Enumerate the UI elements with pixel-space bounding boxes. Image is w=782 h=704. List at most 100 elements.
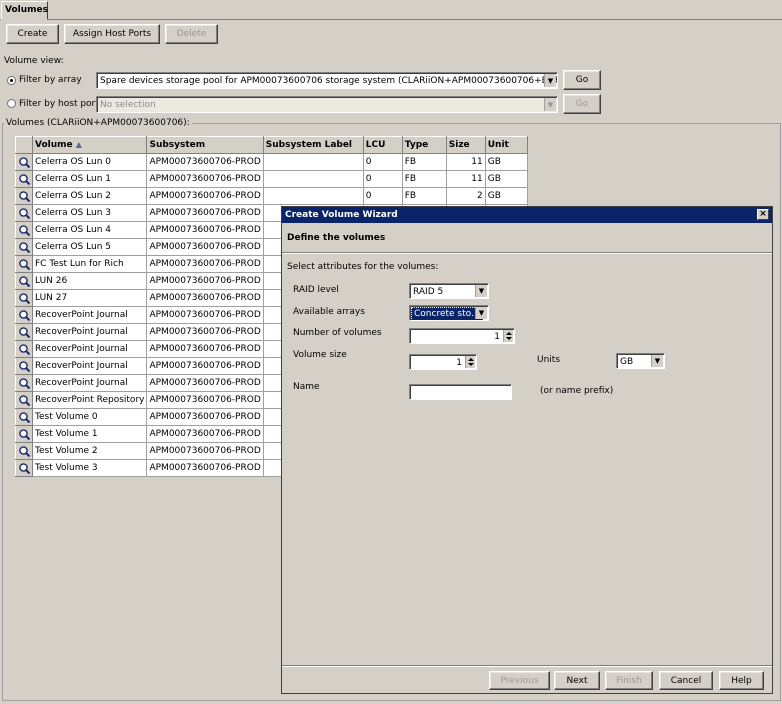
row-action-cell[interactable] xyxy=(15,153,33,171)
row-action-cell[interactable] xyxy=(15,357,33,375)
row-action-cell[interactable] xyxy=(15,238,33,256)
number-of-volumes-value: 1 xyxy=(494,332,500,342)
spinner-arrows-icon[interactable] xyxy=(465,356,475,368)
row-action-cell[interactable] xyxy=(15,306,33,324)
volume-size-label: Volume size xyxy=(293,350,347,360)
host-port-select[interactable]: No selection ▼ xyxy=(96,96,558,113)
help-button[interactable]: Help xyxy=(719,671,764,690)
table-row[interactable]: Celerra OS Lun 0 APM00073600706-PROD 0 FB 11… xyxy=(15,153,528,171)
magnifier-icon[interactable] xyxy=(18,241,31,254)
magnifier-icon[interactable] xyxy=(18,224,31,237)
table-row[interactable]: Celerra OS Lun 2 APM00073600706-PROD 0 FB 2 G… xyxy=(15,187,528,205)
spinner-arrows-icon[interactable] xyxy=(503,330,513,342)
magnifier-icon[interactable] xyxy=(18,428,31,441)
cell-subsystem: APM00073600706-PROD xyxy=(146,306,264,324)
chevron-down-icon[interactable]: ▼ xyxy=(475,307,487,319)
chevron-down-icon[interactable]: ▼ xyxy=(475,285,487,297)
action-column-header xyxy=(15,136,33,154)
delete-button[interactable]: Delete xyxy=(165,24,218,44)
volume-size-spinner[interactable]: 1 xyxy=(409,354,477,370)
finish-button[interactable]: Finish xyxy=(605,671,653,690)
magnifier-icon[interactable] xyxy=(18,462,31,475)
row-action-cell[interactable] xyxy=(15,187,33,205)
column-header-type[interactable]: Type xyxy=(401,136,447,154)
magnifier-icon[interactable] xyxy=(18,326,31,339)
magnifier-icon[interactable] xyxy=(18,343,31,356)
magnifier-icon[interactable] xyxy=(18,190,31,203)
raid-level-select[interactable]: RAID 5 ▼ xyxy=(409,283,489,299)
close-icon[interactable]: × xyxy=(757,209,769,220)
column-header-subsystem[interactable]: Subsystem xyxy=(146,136,264,154)
magnifier-icon[interactable] xyxy=(18,292,31,305)
filter-by-array-radio[interactable] xyxy=(7,76,16,85)
row-action-cell[interactable] xyxy=(15,408,33,426)
row-action-cell[interactable] xyxy=(15,323,33,341)
filter-by-host-port-radio[interactable] xyxy=(7,99,16,108)
row-action-cell[interactable] xyxy=(15,459,33,477)
cell-subsystem: APM00073600706-PROD xyxy=(146,357,264,375)
array-filter-value: Spare devices storage pool for APM000736… xyxy=(100,76,558,86)
magnifier-icon[interactable] xyxy=(18,360,31,373)
row-action-cell[interactable] xyxy=(15,255,33,273)
column-header-unit[interactable]: Unit xyxy=(484,136,528,154)
name-hint: (or name prefix) xyxy=(540,386,614,396)
units-select[interactable]: GB ▼ xyxy=(616,353,665,369)
row-action-cell[interactable] xyxy=(15,374,33,392)
column-header-volume[interactable]: Volume ▲ xyxy=(31,136,148,154)
cell-volume: RecoverPoint Journal xyxy=(31,340,148,358)
magnifier-icon[interactable] xyxy=(18,156,31,169)
column-header-lcu[interactable]: LCU xyxy=(362,136,403,154)
magnifier-icon[interactable] xyxy=(18,377,31,390)
name-input[interactable] xyxy=(409,384,512,400)
magnifier-icon[interactable] xyxy=(18,309,31,322)
cell-subsystem: APM00073600706-PROD xyxy=(146,425,264,443)
previous-button[interactable]: Previous xyxy=(489,671,550,690)
row-action-cell[interactable] xyxy=(15,221,33,239)
cell-volume: Test Volume 1 xyxy=(31,425,148,443)
row-action-cell[interactable] xyxy=(15,340,33,358)
row-action-cell[interactable] xyxy=(15,204,33,222)
table-row[interactable]: Celerra OS Lun 1 APM00073600706-PROD 0 FB 11… xyxy=(15,170,528,188)
magnifier-icon[interactable] xyxy=(18,207,31,220)
number-of-volumes-spinner[interactable]: 1 xyxy=(409,328,515,344)
host-port-go-button[interactable]: Go xyxy=(563,94,601,114)
magnifier-icon[interactable] xyxy=(18,258,31,271)
create-button[interactable]: Create xyxy=(6,24,59,44)
row-action-cell[interactable] xyxy=(15,425,33,443)
cell-size: 11 xyxy=(445,153,486,171)
magnifier-icon[interactable] xyxy=(18,394,31,407)
next-button[interactable]: Next xyxy=(554,671,600,690)
row-action-cell[interactable] xyxy=(15,272,33,290)
cell-type: FB xyxy=(401,170,447,188)
available-arrays-value: Concrete sto... xyxy=(411,307,483,320)
filter-by-host-port-label: Filter by host port xyxy=(19,99,99,109)
row-action-cell[interactable] xyxy=(15,289,33,307)
row-action-cell[interactable] xyxy=(15,391,33,409)
dialog-title-bar[interactable]: Create Volume Wizard × xyxy=(282,207,772,223)
chevron-down-icon[interactable]: ▼ xyxy=(651,355,663,367)
chevron-down-icon[interactable]: ▼ xyxy=(544,74,556,87)
magnifier-icon[interactable] xyxy=(18,411,31,424)
magnifier-icon[interactable] xyxy=(18,445,31,458)
row-action-cell[interactable] xyxy=(15,442,33,460)
sort-ascending-icon: ▲ xyxy=(75,140,82,149)
cancel-button[interactable]: Cancel xyxy=(659,671,713,690)
assign-host-ports-button[interactable]: Assign Host Ports xyxy=(64,24,160,44)
cell-volume: FC Test Lun for Rich xyxy=(31,255,148,273)
row-action-cell[interactable] xyxy=(15,170,33,188)
cell-unit: GB xyxy=(484,170,528,188)
chevron-down-icon[interactable]: ▼ xyxy=(544,98,556,111)
tab-volumes[interactable]: Volumes xyxy=(1,1,48,20)
column-header-size[interactable]: Size xyxy=(445,136,486,154)
tab-volumes-label: Volumes xyxy=(5,5,48,15)
available-arrays-select[interactable]: Concrete sto... ▼ xyxy=(409,305,489,321)
magnifier-icon[interactable] xyxy=(18,173,31,186)
magnifier-icon[interactable] xyxy=(18,275,31,288)
column-header-subsystem-label[interactable]: Subsystem Label xyxy=(262,136,364,154)
cell-volume: Test Volume 0 xyxy=(31,408,148,426)
array-filter-select[interactable]: Spare devices storage pool for APM000736… xyxy=(96,72,558,89)
cell-volume: RecoverPoint Journal xyxy=(31,374,148,392)
dialog-title: Create Volume Wizard xyxy=(285,210,398,220)
array-go-button[interactable]: Go xyxy=(563,70,601,90)
cell-subsystem: APM00073600706-PROD xyxy=(146,272,264,290)
